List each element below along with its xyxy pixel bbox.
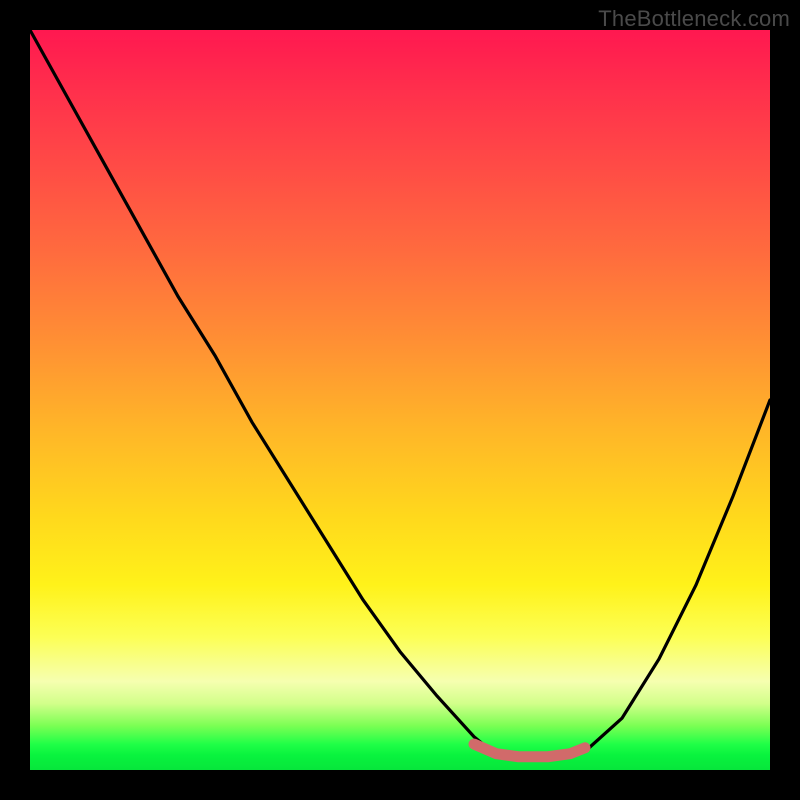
chart-svg bbox=[30, 30, 770, 770]
watermark-text: TheBottleneck.com bbox=[598, 6, 790, 32]
bottleneck-curve-path bbox=[30, 30, 770, 759]
chart-plot-area bbox=[30, 30, 770, 770]
optimal-band-path bbox=[474, 744, 585, 757]
